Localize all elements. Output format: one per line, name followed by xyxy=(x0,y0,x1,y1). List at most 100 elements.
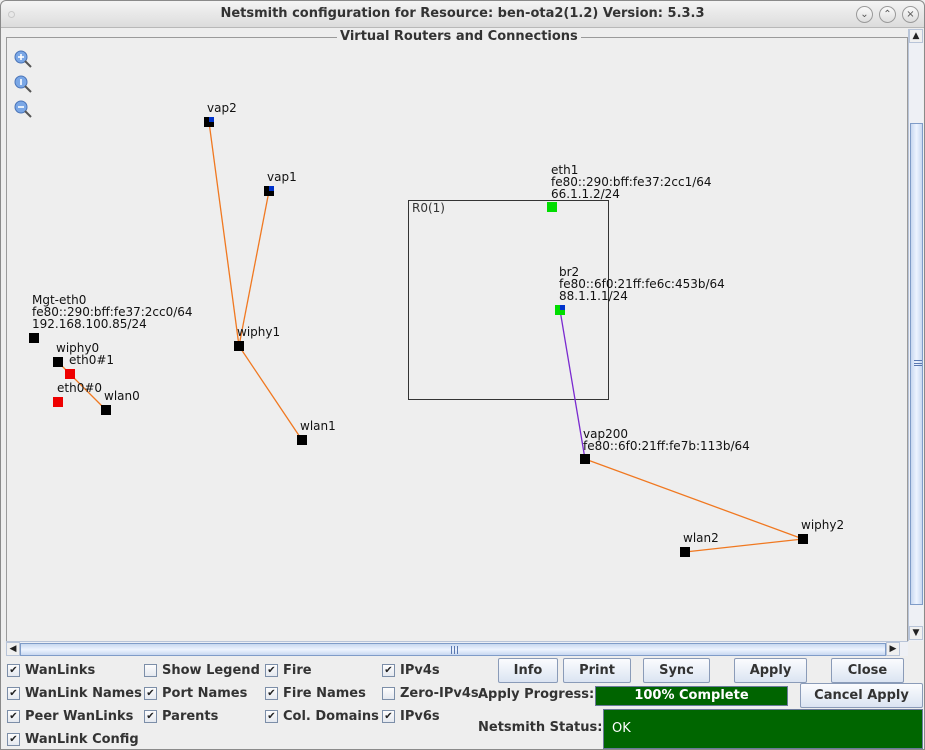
checkmark-icon[interactable]: ✔ xyxy=(382,709,395,723)
checkbox-box[interactable] xyxy=(144,663,157,677)
scroll-down-button[interactable]: ▼ xyxy=(909,626,923,640)
checkmark-icon[interactable]: ✔ xyxy=(7,686,20,700)
checkmark-icon[interactable]: ✔ xyxy=(144,709,157,723)
port-node[interactable] xyxy=(53,357,63,367)
netsmith-status-label: Netsmith Status: xyxy=(478,720,603,735)
checkmark-icon[interactable]: ✔ xyxy=(144,686,157,700)
cancel-apply-button[interactable]: Cancel Apply xyxy=(800,683,923,708)
port-node[interactable] xyxy=(580,454,590,464)
port-name-label: eth0#1 xyxy=(69,353,114,367)
port-node[interactable] xyxy=(680,547,690,557)
arrow-up-icon: ▲ xyxy=(912,31,920,41)
vertical-scrollbar[interactable]: ▲ ▼ xyxy=(908,29,923,641)
port-eth1[interactable]: eth1fe80::290:bff:fe37:2cc1/6466.1.1.2/2… xyxy=(547,163,712,212)
link-br2-vap200[interactable] xyxy=(559,309,586,460)
link-vap200-wiphy2[interactable] xyxy=(584,458,804,540)
port-node[interactable] xyxy=(29,333,39,343)
link-wiphy1-wlan1[interactable] xyxy=(238,345,303,441)
arrow-left-icon: ◀ xyxy=(9,644,17,654)
checkmark-icon[interactable]: ✔ xyxy=(7,709,20,723)
link-vap1-wiphy1[interactable] xyxy=(238,190,270,347)
vertical-scroll-thumb[interactable] xyxy=(910,123,923,605)
grip-icon xyxy=(914,360,922,366)
port-name-label: wlan1 xyxy=(300,419,336,433)
port-badge xyxy=(209,117,214,122)
checkbox-port-names[interactable]: ✔ Port Names xyxy=(144,684,247,702)
checkbox-peer-wanlinks[interactable]: ✔ Peer WanLinks xyxy=(7,707,133,725)
info-button[interactable]: Info xyxy=(498,658,558,683)
checkmark-icon[interactable]: ✔ xyxy=(265,709,278,723)
checkbox-label: WanLink Names xyxy=(25,685,142,701)
port-badge xyxy=(269,186,274,191)
arrow-right-icon: ▶ xyxy=(889,644,897,654)
port-name-label: wlan2 xyxy=(683,531,719,545)
checkbox-fire-names[interactable]: ✔ Fire Names xyxy=(265,684,366,702)
checkmark-icon[interactable]: ✔ xyxy=(7,732,20,746)
router-label: R0(1) xyxy=(412,201,445,215)
apply-progress-label: Apply Progress: xyxy=(478,687,595,702)
port-vap200[interactable]: vap200fe80::6f0:21ff:fe7b:113b/64 xyxy=(580,427,750,464)
checkmark-icon[interactable]: ✔ xyxy=(7,663,20,677)
port-node[interactable] xyxy=(65,369,75,379)
port-name-label: wiphy1 xyxy=(237,325,280,339)
port-eth0-1[interactable]: eth0#1 xyxy=(65,353,114,379)
scroll-left-button[interactable]: ◀ xyxy=(6,642,20,656)
checkbox-label: IPv6s xyxy=(400,708,440,724)
checkmark-icon[interactable]: ✔ xyxy=(265,686,278,700)
port-node[interactable] xyxy=(798,534,808,544)
port-node[interactable] xyxy=(234,341,244,351)
checkbox-ipv4s[interactable]: ✔ IPv4s xyxy=(382,661,440,679)
checkbox-label: WanLink Config xyxy=(25,731,139,747)
checkbox-show-legend[interactable]: Show Legend xyxy=(144,661,260,679)
port-eth0-0[interactable]: eth0#0 xyxy=(53,381,102,407)
topology-canvas[interactable]: R0(1) vap2vap1wiphy1wlan1 Mgt-eth0fe80::2… xyxy=(1,1,908,641)
checkmark-icon[interactable]: ✔ xyxy=(265,663,278,677)
checkbox-label: WanLinks xyxy=(25,662,96,678)
checkbox-ipv6s[interactable]: ✔ IPv6s xyxy=(382,707,440,725)
port-node[interactable] xyxy=(101,405,111,415)
checkbox-fire[interactable]: ✔ Fire xyxy=(265,661,312,679)
port-vap2[interactable]: vap2 xyxy=(204,101,237,127)
close-button[interactable]: Close xyxy=(831,658,904,683)
port-name-label: vap2 xyxy=(207,101,237,115)
horizontal-scroll-thumb[interactable] xyxy=(20,643,886,656)
port-wlan0[interactable]: wlan0 xyxy=(101,389,140,415)
port-badge xyxy=(560,305,565,310)
checkbox-wanlink-names[interactable]: ✔ WanLink Names xyxy=(7,684,142,702)
checkbox-label: Peer WanLinks xyxy=(25,708,134,724)
port-address-label: fe80::6f0:21ff:fe7b:113b/64 xyxy=(583,439,750,453)
checkbox-label: Fire xyxy=(283,662,312,678)
checkbox-wanlink-config[interactable]: ✔ WanLink Config xyxy=(7,730,139,748)
port-name-label: wlan0 xyxy=(104,389,140,403)
checkbox-wanlinks[interactable]: ✔ WanLinks xyxy=(7,661,95,679)
port-address-label: 66.1.1.2/24 xyxy=(551,187,620,201)
checkbox-zero-ipv4s[interactable]: Zero-IPv4s xyxy=(382,684,479,702)
link-vap2-wiphy1[interactable] xyxy=(208,121,240,347)
port-address-label: 88.1.1.1/24 xyxy=(559,289,628,303)
scroll-up-button[interactable]: ▲ xyxy=(909,29,923,43)
sync-button[interactable]: Sync xyxy=(643,658,710,683)
checkbox-box[interactable] xyxy=(382,686,395,700)
port-wlan1[interactable]: wlan1 xyxy=(297,419,336,445)
horizontal-scrollbar[interactable]: ◀ ▶ xyxy=(6,641,908,656)
checkbox-label: Col. Domains xyxy=(283,708,379,724)
port-wiphy1[interactable]: wiphy1 xyxy=(234,325,280,351)
checkbox-label: Parents xyxy=(162,708,219,724)
port-wlan2[interactable]: wlan2 xyxy=(680,531,719,557)
netsmith-status-field: OK xyxy=(603,709,923,749)
port-br2[interactable]: br2fe80::6f0:21ff:fe6c:453b/6488.1.1.1/2… xyxy=(555,265,725,315)
port-vap1[interactable]: vap1 xyxy=(264,170,297,196)
port-node[interactable] xyxy=(53,397,63,407)
apply-button[interactable]: Apply xyxy=(734,658,807,683)
print-button[interactable]: Print xyxy=(563,658,631,683)
checkbox-parents[interactable]: ✔ Parents xyxy=(144,707,218,725)
port-node[interactable] xyxy=(547,202,557,212)
checkmark-icon[interactable]: ✔ xyxy=(382,663,395,677)
grip-icon xyxy=(451,646,458,654)
port-mgt-eth0[interactable]: Mgt-eth0fe80::290:bff:fe37:2cc0/64192.16… xyxy=(29,293,193,343)
checkbox-label: Fire Names xyxy=(283,685,366,701)
port-node[interactable] xyxy=(297,435,307,445)
port-wiphy2[interactable]: wiphy2 xyxy=(798,518,844,544)
checkbox-col-domains[interactable]: ✔ Col. Domains xyxy=(265,707,379,725)
scroll-right-button[interactable]: ▶ xyxy=(886,642,900,656)
